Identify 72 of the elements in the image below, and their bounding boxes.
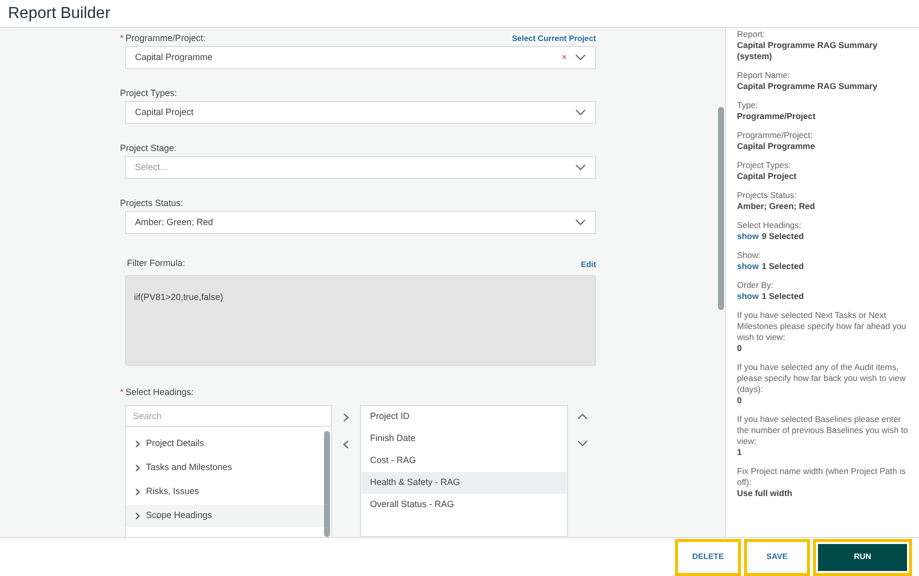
summary-label: Programme/Project: — [737, 130, 814, 141]
field-label: Select Headings: — [126, 386, 194, 399]
field-label: Project Stage: — [120, 142, 177, 155]
search-field[interactable]: Search — [125, 405, 332, 427]
show-link[interactable]: show — [737, 261, 759, 272]
summary-label: Order By: — [737, 280, 774, 291]
chevron-right-icon — [135, 464, 140, 472]
summary-value: Programme/Project — [737, 111, 816, 122]
chevron-right-icon[interactable] — [343, 413, 349, 422]
run-button[interactable]: RUN — [813, 538, 912, 576]
summary-label: Projects Status: — [737, 190, 798, 201]
scrollbar-thumb[interactable] — [718, 107, 724, 310]
chevron-up-icon — [576, 413, 588, 420]
summary-label: Fix Project name width (when Project Path is off): — [737, 466, 907, 488]
summary-label: Report Name: — [737, 70, 791, 81]
summary-label: Project Types: — [737, 160, 792, 171]
chevron-right-icon — [135, 512, 140, 520]
chevron-left-icon[interactable] — [343, 440, 349, 449]
summary-value: 1 Selected — [762, 291, 804, 302]
summary-label: Report: — [737, 29, 766, 40]
summary-value: Capital Project — [737, 171, 798, 182]
list-item[interactable]: Overall Status - RAG — [361, 494, 567, 516]
summary-value: 1 Selected — [762, 261, 804, 272]
field-label: Projects Status: — [120, 196, 184, 210]
chevron-down-icon — [575, 54, 586, 61]
chevron-down-icon — [575, 109, 586, 116]
chevron-down-icon — [575, 164, 586, 171]
list-item[interactable]: Finish Date — [361, 428, 567, 450]
action-button[interactable]: SAVE — [744, 538, 810, 576]
field-label: Filter Formula: — [127, 257, 186, 270]
show-link[interactable]: show — [737, 231, 759, 242]
dropdown-field[interactable]: Amber; Green; Red — [125, 211, 596, 234]
summary-value: 0 — [737, 395, 743, 406]
tree-item[interactable]: Project Details — [126, 433, 324, 455]
summary-value: 9 Selected — [762, 231, 804, 242]
summary-value: Capital Programme RAG Summary (system) — [737, 40, 878, 62]
page-title: Report Builder — [8, 4, 110, 24]
list-item[interactable]: Cost - RAG — [361, 450, 567, 472]
select-current-project-link[interactable]: Select Current Project — [512, 33, 596, 45]
field-label: Project Types: — [120, 86, 177, 100]
summary-value: Capital Programme — [737, 141, 816, 152]
show-link[interactable]: show — [737, 291, 759, 302]
summary-value: 0 — [737, 343, 743, 354]
chevron-down-icon — [576, 440, 588, 447]
summary-label: Show: — [737, 250, 762, 261]
required-asterisk: * — [120, 32, 124, 44]
clear-icon[interactable]: × — [562, 50, 567, 64]
summary-label: If you have selected Baselines please enter the number of previous Baselines you wish to view: — [737, 414, 910, 447]
dropdown-field[interactable]: Capital Project — [125, 101, 596, 124]
chevron-right-icon — [135, 440, 140, 448]
tree-item[interactable]: Risks, Issues — [126, 481, 324, 503]
summary-value: 1 — [737, 447, 743, 458]
formula-box: iif(PV81>20,true,false) — [125, 274, 596, 366]
summary-value: Capital Programme RAG Summary — [737, 81, 878, 92]
chevron-right-icon — [135, 488, 140, 496]
summary-value: Use full width — [737, 488, 794, 499]
summary-label: Type: — [737, 100, 759, 111]
dropdown-field[interactable]: Capital Programme × — [125, 46, 596, 69]
list-item[interactable]: Project ID — [361, 406, 567, 428]
required-asterisk: * — [120, 386, 124, 398]
tree-item[interactable]: Scope Headings — [126, 505, 324, 527]
summary-value: Amber; Green; Red — [737, 201, 816, 212]
scrollbar-thumb[interactable] — [324, 431, 330, 537]
chevron-down-icon — [575, 219, 586, 226]
field-label: Programme/Project: — [126, 32, 206, 45]
tree-item[interactable]: Tasks and Milestones — [126, 457, 324, 479]
summary-label: Select Headings: — [737, 220, 802, 231]
action-button[interactable]: DELETE — [675, 538, 741, 576]
list-item[interactable]: Health & Safety - RAG — [361, 472, 567, 494]
summary-label: If you have selected Next Tasks or Next Milestones please specify how far ahead you wish to view: — [737, 310, 908, 343]
summary-label: If you have selected any of the Audit items, please specify how far back you wish to view (days): — [737, 362, 907, 395]
edit-link[interactable]: Edit — [580, 258, 596, 271]
